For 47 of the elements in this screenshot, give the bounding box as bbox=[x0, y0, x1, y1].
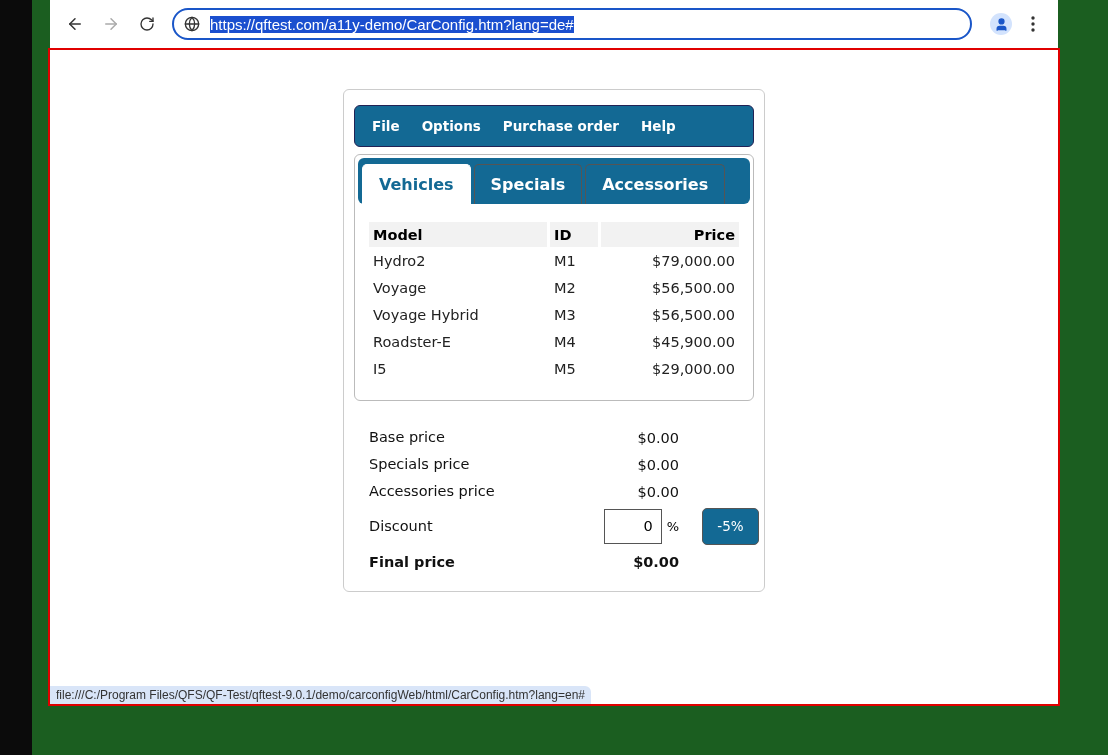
final-price-value: $0.00 bbox=[632, 554, 679, 570]
table-cell-text: M1 bbox=[553, 251, 577, 271]
table-cell-text: M5 bbox=[553, 359, 577, 379]
discount-input[interactable]: 0 bbox=[603, 508, 662, 544]
menu-item[interactable]: Purchase order bbox=[491, 118, 630, 134]
tab[interactable]: Vehicles bbox=[362, 164, 471, 204]
column-header: Model bbox=[369, 222, 547, 247]
table-cell-text: $56,500.00 bbox=[650, 278, 736, 298]
forward-icon bbox=[102, 15, 120, 33]
price-value: $0.00 bbox=[636, 429, 679, 446]
status-url: file:///C:/Program Files/QFS/QF-Test/qftest-9.0.1/demo/carconfigWeb/html/CarConfig.htm?lang=en# bbox=[50, 686, 591, 704]
table-cell-text: Voyage Hybrid bbox=[372, 305, 480, 325]
price-value: $0.00 bbox=[636, 456, 679, 473]
percent-sign: % bbox=[666, 518, 679, 534]
table-cell-text: Roadster-E bbox=[372, 332, 452, 352]
price-label: Base price bbox=[369, 428, 446, 447]
more-icon bbox=[1031, 16, 1035, 32]
price-label: Specials price bbox=[369, 455, 471, 474]
column-header: Price bbox=[601, 222, 739, 247]
table-cell-text: $45,900.00 bbox=[650, 332, 736, 352]
person-icon bbox=[993, 16, 1009, 32]
menu-item[interactable]: File bbox=[361, 118, 411, 134]
tab[interactable]: Specials bbox=[473, 164, 583, 204]
table-cell-text: Hydro2 bbox=[372, 251, 427, 271]
menu-item[interactable]: Help bbox=[630, 118, 687, 134]
url-text: https://qftest.com/a11y-demo/CarConfig.htm?lang=de# bbox=[210, 15, 574, 33]
discount-label: Discount bbox=[369, 517, 434, 536]
back-icon bbox=[66, 15, 84, 33]
final-price-label: Final price bbox=[369, 553, 456, 572]
table-cell-text: M4 bbox=[553, 332, 577, 352]
address-bar[interactable]: https://qftest.com/a11y-demo/CarConfig.htm?lang=de# bbox=[172, 8, 972, 40]
table-cell-text: $29,000.00 bbox=[650, 359, 736, 379]
globe-icon bbox=[184, 16, 200, 32]
table-cell-text: M3 bbox=[553, 305, 577, 325]
menu-item[interactable]: Options bbox=[410, 118, 492, 134]
table-cell-text: $56,500.00 bbox=[650, 305, 736, 325]
price-value: $0.00 bbox=[636, 483, 679, 500]
discount-button[interactable]: -5% bbox=[702, 507, 759, 545]
price-label: Accessories price bbox=[369, 482, 496, 501]
table-cell-text: $79,000.00 bbox=[650, 251, 736, 271]
column-header: ID bbox=[550, 222, 598, 247]
reload-icon bbox=[139, 16, 155, 32]
tab[interactable]: Accessories bbox=[585, 164, 726, 204]
table-cell-text: Voyage bbox=[372, 278, 428, 298]
profile-button[interactable] bbox=[990, 13, 1012, 35]
table-cell-text: M2 bbox=[553, 278, 577, 298]
table-cell-text: I5 bbox=[372, 359, 388, 379]
